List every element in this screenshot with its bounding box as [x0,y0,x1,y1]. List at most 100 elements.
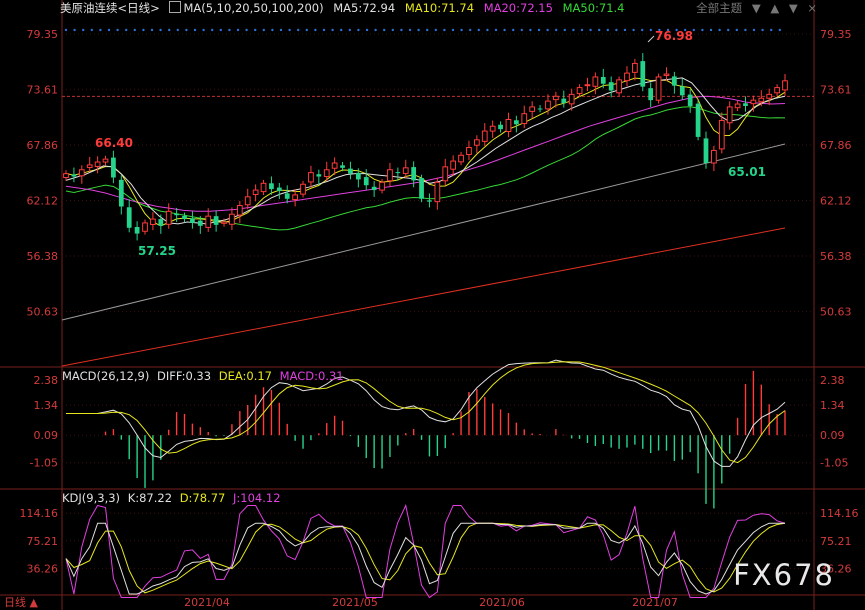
ma20-line [65,95,786,212]
candle-body [86,164,93,168]
candle-body [363,177,369,186]
event-marker-dot [125,28,128,32]
event-marker-dot [778,28,781,32]
price-tick-label-right: 79.35 [820,28,852,41]
candle-body [94,161,101,167]
event-marker-dot [529,28,532,32]
period-label[interactable]: <日线> [118,1,160,15]
event-marker-dot [176,28,179,32]
event-marker-dot [443,28,446,32]
event-marker-dot [322,28,326,32]
macd-label: MACD(26,12,9) [62,369,150,383]
event-marker-dot [99,28,102,32]
kdj-j-line [65,503,786,599]
candle-body [221,221,227,224]
annotation-high: 76.98 [655,29,693,43]
event-marker-dot [314,28,317,32]
event-marker-dot [90,28,94,32]
candle-body [521,113,528,125]
kdj-tick-label-right: 75.21 [820,535,852,548]
event-marker-dot [580,28,584,32]
price-tick-label-left: 62.12 [27,195,59,208]
event-marker-dot [219,28,222,32]
event-marker-dot [752,28,756,32]
event-marker-dot [546,28,549,32]
ma5-line [65,77,786,225]
event-marker-dot [477,28,480,32]
candle-body [576,87,583,95]
candle-body [473,139,480,146]
x-tick-label: 2021/07 [632,596,678,609]
ma-icon[interactable] [169,1,182,13]
candle-body [608,82,614,91]
event-marker-dot [408,28,412,32]
annotation-swing-high: 66.40 [95,136,133,150]
event-marker-dot [357,28,360,32]
event-marker-dot [82,28,85,32]
ma-label: MA(5,10,20,50,100,200) [183,1,324,15]
macd-value: MACD:0.31 [279,369,344,383]
main-header: 美原油连续<日线> MA(5,10,20,50,100,200) MA5:72.… [60,0,631,16]
event-marker-dot [202,28,205,32]
chevron-down-icon[interactable]: ▼ [789,0,798,16]
macd-tick-label-left: -1.05 [30,457,58,470]
symbol-name: 美原油连续 [60,1,118,15]
event-marker-dot [211,28,214,32]
candle-body [537,108,543,110]
kdj-d-line [65,522,786,594]
ma50-line [65,106,786,231]
event-marker-dot [555,28,558,32]
period-footer-label[interactable]: 日线 ▲ [4,594,38,610]
kdj-tick-label-right: 114.16 [820,507,859,520]
event-marker-dot [417,28,420,32]
theme-selector[interactable]: 全部主题 [696,0,742,16]
candle-body [703,138,709,163]
candle-body [63,173,69,178]
event-marker-dot [589,28,592,32]
event-marker-dot [142,28,145,32]
event-marker-dot [537,28,541,32]
candle-body [561,98,567,104]
candle-body [102,158,109,163]
candle-body [687,94,693,106]
close-icon[interactable]: × [807,0,817,16]
candle-body [308,172,314,183]
candle-body [513,120,519,125]
candle-body [229,213,235,225]
event-marker-dot [770,28,773,32]
price-tick-label-left: 50.63 [27,306,59,319]
candle-body [624,72,630,82]
candle-body [458,154,464,163]
chevron-up-icon[interactable]: ▲ [770,0,779,16]
candle-body [505,119,512,132]
chart-axes: 79.35 79.35 73.61 73.61 67.86 67.86 62.12 62.12… [20,28,859,609]
candle-body [711,149,717,164]
event-marker-dot [340,28,343,32]
candle-body [316,174,322,177]
event-marker-dot [615,28,618,32]
kdj-tick-label-left: 75.21 [27,535,59,548]
event-marker-dot [168,28,171,32]
candle-body [442,166,449,182]
candle-body [190,218,195,223]
chevron-down-icon[interactable]: ▼ [752,0,761,16]
candle-body [672,76,677,86]
event-marker-dot [512,28,515,32]
price-tick-label-left: 67.86 [27,139,59,152]
annotation-low-1: 57.25 [138,244,176,258]
kdj-label: KDJ(9,3,3) [62,491,121,505]
candle-body [663,73,670,76]
candle-body [419,178,424,199]
event-marker-dot [383,28,386,32]
candle-body [331,162,338,169]
candle-body [434,181,441,203]
candle-body [244,196,251,206]
ma50-value: MA50:71.4 [562,1,625,15]
candle-body [371,186,377,191]
candle-body [774,87,780,94]
price-tick-label-right: 67.86 [820,139,852,152]
kdj-k-line [65,522,785,595]
candle-body [750,99,757,105]
candle-body [269,183,274,190]
candlestick-series [63,53,788,241]
